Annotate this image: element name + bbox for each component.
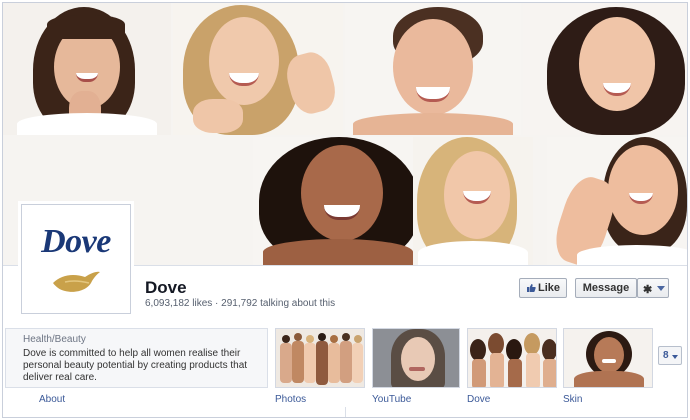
cover-woman-2 (173, 3, 343, 135)
app-thumbnail-photos[interactable] (275, 328, 365, 388)
page-title[interactable]: Dove (145, 278, 187, 298)
dove-bird-icon (53, 271, 100, 292)
about-category: Health/Beauty (23, 334, 86, 345)
facebook-page-frame: Dove Dove 6,093,182 likes · 291,792 talk… (2, 2, 688, 418)
cover-woman-6 (413, 137, 533, 265)
gear-icon: ✱ (643, 284, 653, 296)
app-label-dove[interactable]: Dove (467, 394, 490, 405)
app-thumbnail-skin[interactable] (563, 328, 653, 388)
about-description: Dove is committed to help all women real… (23, 348, 248, 383)
app-thumbnail-dove[interactable] (467, 328, 557, 388)
cover-woman-4 (523, 3, 687, 135)
dove-logo-wordmark: Dove (41, 223, 111, 260)
profile-picture[interactable]: Dove (21, 204, 131, 314)
app-label-skin[interactable]: Skin (563, 394, 582, 405)
app-thumbnail-youtube[interactable] (372, 328, 460, 388)
cover-woman-3 (345, 3, 521, 135)
cover-woman-1 (3, 3, 171, 135)
chevron-down-icon (657, 286, 665, 291)
like-button[interactable]: Like (519, 278, 567, 298)
settings-dropdown-button[interactable]: ✱ (637, 278, 669, 298)
cover-woman-7 (547, 137, 687, 265)
stats-separator: · (212, 298, 222, 309)
cover-woman-5 (253, 137, 423, 265)
thumbs-up-icon (527, 284, 536, 292)
app-label-photos[interactable]: Photos (275, 394, 306, 405)
talking-about-count[interactable]: 291,792 talking about this (221, 298, 335, 309)
column-divider (345, 407, 346, 417)
app-label-youtube[interactable]: YouTube (372, 394, 411, 405)
likes-count[interactable]: 6,093,182 likes (145, 298, 212, 309)
like-label: Like (538, 282, 561, 294)
nav-about-link[interactable]: About (39, 394, 65, 405)
message-button[interactable]: Message (575, 278, 637, 298)
message-label: Message (582, 282, 630, 294)
more-apps-count: 8 (663, 350, 669, 361)
chevron-down-icon (672, 355, 678, 359)
page-stats: 6,093,182 likes · 291,792 talking about … (145, 298, 335, 309)
more-apps-button[interactable]: 8 (658, 346, 682, 365)
